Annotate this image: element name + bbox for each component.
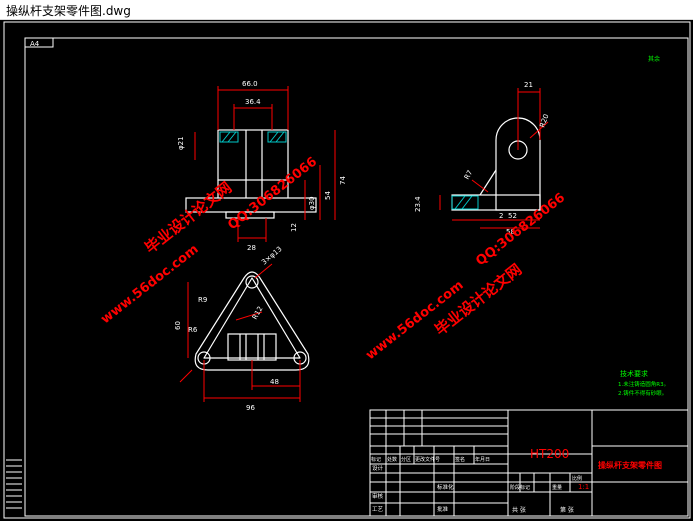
part-name: 操纵杆支架零件图 xyxy=(598,460,662,470)
dim-top-hole: 3×φ13 xyxy=(260,245,283,266)
tb-col-stage: 阶段标记 xyxy=(510,484,530,491)
tech-note-2: 2.铸件不得有砂眼。 xyxy=(618,389,667,397)
watermark-3: QQ:306826066 xyxy=(225,154,320,233)
dim-side-base: 52 xyxy=(508,212,517,220)
dim-side-small-radius: R7 xyxy=(463,169,475,181)
tb-col-weight: 重量 xyxy=(552,484,562,491)
tech-note-1: 1.未注铸造圆角R3。 xyxy=(618,380,669,388)
dim-top-r6: R6 xyxy=(188,326,198,334)
tb-approve: 批准 xyxy=(437,505,449,513)
dim-overall-width: 66.0 xyxy=(242,80,258,88)
top-view-outline xyxy=(194,271,310,371)
tb-row-label-5: 年月日 xyxy=(475,456,490,463)
dim-height-3: 74 xyxy=(339,176,347,185)
tb-std: 标准化 xyxy=(437,483,454,491)
side-view-hatch xyxy=(451,195,479,210)
sheet-number: 第 张 xyxy=(560,506,574,514)
dim-top-48: 48 xyxy=(270,378,279,386)
dim-top-r12: R12 xyxy=(251,305,265,321)
watermarks: 毕业设计论文网 www.56doc.com QQ:306826066 毕业设计论… xyxy=(98,154,568,363)
tb-role-design: 设计 xyxy=(372,464,384,472)
drawing-svg[interactable]: A4 其余 66.0 36.4 28 φ21 φ30 54 74 12 21 R… xyxy=(0,20,693,521)
dim-height-1: φ30 xyxy=(308,196,316,210)
dim-inner-width: 36.4 xyxy=(245,98,261,106)
front-view[interactable]: 66.0 36.4 28 φ21 φ30 54 74 12 xyxy=(177,80,347,252)
sheet-total: 共 张 xyxy=(512,506,526,514)
dim-top-r9: R9 xyxy=(198,296,207,304)
window-title: 操纵杆支架零件图.dwg xyxy=(6,4,131,18)
tb-row-label-3: 更改文件号 xyxy=(415,456,440,463)
tb-row-label-1: 处数 xyxy=(387,456,397,463)
dim-bore-dia: φ21 xyxy=(177,136,185,150)
tech-notes-heading: 技术要求 xyxy=(620,369,648,378)
dim-side-gap: 2 xyxy=(499,212,503,220)
tb-row-label-0: 标记 xyxy=(371,456,381,463)
dim-top-h: 60 xyxy=(174,321,182,330)
sheet-outer-border xyxy=(3,21,691,519)
front-view-hatch xyxy=(219,131,287,143)
watermark-6: QQ:306826066 xyxy=(473,190,568,269)
corner-mark: 其余 xyxy=(648,55,660,63)
dim-side-top: 21 xyxy=(524,81,533,89)
size-label: A4 xyxy=(30,40,40,48)
margin-ticks xyxy=(6,459,22,509)
dim-side-left-height: 23.4 xyxy=(414,196,422,212)
tb-row-label-2: 分区 xyxy=(401,456,411,463)
title-block[interactable]: HT200 操纵杆支架零件图 1:1 共 张 第 张 标记 处数 分区 更改文件… xyxy=(369,409,689,517)
top-view[interactable]: 96 48 60 3×φ13 R9 R6 R12 xyxy=(174,245,310,412)
dim-small: 12 xyxy=(290,223,298,232)
tech-notes: 技术要求 1.未注铸造圆角R3。 2.铸件不得有砂眼。 xyxy=(618,369,669,397)
tb-row-label-4: 签名 xyxy=(455,456,465,463)
tb-col-scale: 比例 xyxy=(572,475,582,482)
scale: 1:1 xyxy=(578,483,589,491)
sheet-inner-border xyxy=(24,37,689,517)
dim-bottom-width: 28 xyxy=(247,244,256,252)
cad-canvas[interactable]: A4 其余 66.0 36.4 28 φ21 φ30 54 74 12 21 R… xyxy=(0,20,693,521)
window-titlebar: 操纵杆支架零件图.dwg xyxy=(0,0,693,20)
tb-role-process: 工艺 xyxy=(372,506,384,513)
tb-role-review: 审核 xyxy=(372,492,384,500)
dim-top-96: 96 xyxy=(246,404,255,412)
dim-height-2: 54 xyxy=(324,191,332,200)
material-label: HT200 xyxy=(530,447,569,461)
